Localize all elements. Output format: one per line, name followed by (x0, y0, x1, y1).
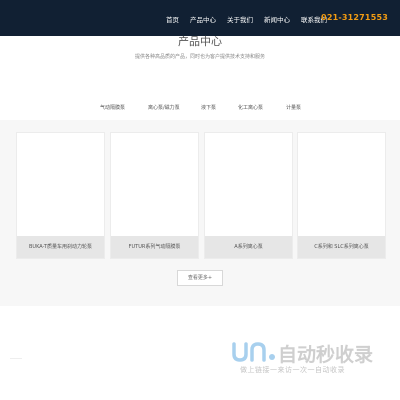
view-more-button[interactable]: 查看更多+ (177, 270, 223, 286)
product-card[interactable]: BUKA-T质量车用刹动力轮泵 (16, 132, 105, 259)
product-card[interactable]: FUTUR系列气动隔膜泵 (110, 132, 199, 259)
phone-number: 021-31271553 (321, 13, 388, 22)
product-image (17, 133, 104, 238)
section-title: 产品中心 (178, 35, 222, 48)
product-label: A系列离心泵 (205, 236, 292, 258)
nav-item-news[interactable]: 新闻中心 (264, 14, 290, 24)
tab-centrifugal-magnetic-pump[interactable]: 离心泵/磁力泵 (148, 104, 180, 111)
watermark: 自动秒收录 做上链接一来访一次一自动收录 (230, 340, 390, 380)
product-image (205, 133, 292, 238)
product-label: BUKA-T质量车用刹动力轮泵 (17, 236, 104, 258)
tab-chemical-centrifugal-pump[interactable]: 化工离心泵 (238, 104, 263, 111)
tab-submerged-pump[interactable]: 液下泵 (201, 104, 216, 111)
nav-item-products[interactable]: 产品中心 (190, 14, 216, 24)
section-subtitle: 提供各种高品质的产品，同时也为客户提供技术支持和服务 (134, 54, 265, 60)
watermark-slogan: 做上链接一来访一次一自动收录 (240, 366, 345, 374)
product-card[interactable]: C系列和 SLC系列离心泵 (297, 132, 386, 259)
nav-item-about[interactable]: 关于我们 (227, 14, 253, 24)
product-label: FUTUR系列气动隔膜泵 (111, 236, 198, 258)
product-image (111, 133, 198, 238)
main-nav: 首页 产品中心 关于我们 新闻中心 联系我们 (166, 14, 338, 24)
divider (10, 358, 22, 359)
watermark-logo-icon (232, 342, 275, 362)
product-card[interactable]: A系列离心泵 (204, 132, 293, 259)
top-navigation-bar: 首页 产品中心 关于我们 新闻中心 联系我们 021-31271553 (0, 0, 400, 36)
product-image (298, 133, 385, 238)
tab-diaphragm-pump[interactable]: 气动隔膜泵 (100, 104, 125, 111)
watermark-text: 自动秒收录 (278, 344, 374, 366)
product-label: C系列和 SLC系列离心泵 (298, 236, 385, 258)
nav-item-home[interactable]: 首页 (166, 14, 179, 24)
tab-metering-pump[interactable]: 计量泵 (286, 104, 301, 111)
